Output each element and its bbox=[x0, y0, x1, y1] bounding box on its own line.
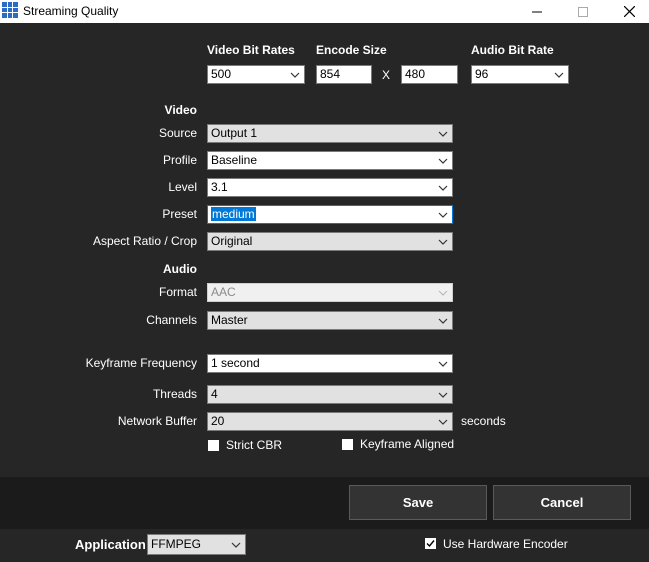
source-value: Output 1 bbox=[211, 126, 258, 140]
network-buffer-value: 20 bbox=[211, 414, 225, 428]
strict-cbr-label: Strict CBR bbox=[226, 438, 283, 452]
video-bit-rate-value: 500 bbox=[211, 67, 232, 81]
application-select[interactable]: FFMPEG bbox=[147, 534, 246, 555]
chevron-down-icon bbox=[438, 355, 448, 372]
channels-value: Master bbox=[211, 313, 248, 327]
preset-value: medium bbox=[211, 207, 256, 221]
window-title: Streaming Quality bbox=[23, 4, 119, 18]
save-button[interactable]: Save bbox=[349, 485, 487, 520]
keyframe-frequency-select[interactable]: 1 second bbox=[207, 354, 453, 373]
aspect-ratio-value: Original bbox=[211, 234, 253, 248]
chevron-down-icon bbox=[438, 312, 448, 329]
bottom-bar: Application FFMPEG Use Hardware Encoder bbox=[0, 529, 649, 562]
chevron-down-icon bbox=[438, 179, 448, 196]
aspect-ratio-select[interactable]: Original bbox=[207, 232, 453, 251]
dialog-footer: Save Cancel bbox=[0, 477, 649, 529]
encode-height-input[interactable]: 480 bbox=[401, 65, 458, 84]
source-label: Source bbox=[158, 126, 197, 140]
chevron-down-icon bbox=[438, 125, 448, 142]
network-buffer-label: Network Buffer bbox=[117, 414, 197, 428]
maximize-icon bbox=[578, 6, 588, 17]
seconds-unit-label: seconds bbox=[461, 414, 506, 428]
cancel-button[interactable]: Cancel bbox=[493, 485, 631, 520]
close-button[interactable] bbox=[606, 0, 649, 23]
checkmark-icon bbox=[426, 540, 435, 548]
close-icon bbox=[623, 6, 635, 17]
chevron-down-icon bbox=[438, 206, 448, 223]
title-bar: Streaming Quality bbox=[0, 0, 649, 23]
format-select[interactable]: AAC bbox=[207, 283, 453, 302]
threads-select[interactable]: 4 bbox=[207, 385, 453, 404]
strict-cbr-checkbox[interactable] bbox=[208, 440, 219, 451]
keyframe-frequency-label: Keyframe Frequency bbox=[85, 356, 197, 370]
chevron-down-icon bbox=[438, 284, 448, 301]
chevron-down-icon bbox=[438, 386, 448, 403]
threads-value: 4 bbox=[211, 387, 218, 401]
keyframe-aligned-checkbox[interactable] bbox=[342, 439, 353, 450]
level-select[interactable]: 3.1 bbox=[207, 178, 453, 197]
format-label: Format bbox=[158, 285, 197, 299]
chevron-down-icon bbox=[438, 152, 448, 169]
chevron-down-icon bbox=[554, 66, 564, 83]
application-value: FFMPEG bbox=[151, 537, 201, 551]
preset-label: Preset bbox=[162, 207, 197, 221]
application-label: Application bbox=[75, 537, 146, 552]
video-bit-rates-heading: Video Bit Rates bbox=[207, 43, 295, 57]
minimize-icon bbox=[532, 11, 542, 12]
channels-label: Channels bbox=[146, 313, 197, 327]
format-value: AAC bbox=[211, 285, 236, 299]
chevron-down-icon bbox=[438, 233, 448, 250]
profile-label: Profile bbox=[162, 153, 197, 167]
audio-bit-rate-value: 96 bbox=[475, 67, 489, 81]
chevron-down-icon bbox=[231, 535, 241, 554]
chevron-down-icon bbox=[290, 66, 300, 83]
audio-section-heading: Audio bbox=[163, 262, 197, 276]
threads-label: Threads bbox=[152, 387, 197, 401]
encode-width-input[interactable]: 854 bbox=[316, 65, 372, 84]
profile-value: Baseline bbox=[211, 153, 258, 167]
audio-bit-rate-heading: Audio Bit Rate bbox=[471, 43, 554, 57]
hardware-encoder-checkbox[interactable] bbox=[425, 538, 436, 549]
app-grid-icon bbox=[2, 2, 18, 18]
size-separator: X bbox=[382, 68, 391, 82]
source-select[interactable]: Output 1 bbox=[207, 124, 453, 143]
preset-select[interactable]: medium bbox=[207, 205, 453, 224]
audio-bit-rate-select[interactable]: 96 bbox=[471, 65, 569, 84]
video-bit-rate-select[interactable]: 500 bbox=[207, 65, 305, 84]
maximize-button[interactable] bbox=[560, 0, 606, 23]
video-section-heading: Video bbox=[164, 103, 197, 117]
hardware-encoder-label: Use Hardware Encoder bbox=[443, 537, 568, 551]
chevron-down-icon bbox=[438, 413, 448, 430]
network-buffer-select[interactable]: 20 bbox=[207, 412, 453, 431]
level-value: 3.1 bbox=[211, 180, 228, 194]
channels-select[interactable]: Master bbox=[207, 311, 453, 330]
keyframe-aligned-label: Keyframe Aligned bbox=[360, 437, 455, 451]
keyframe-frequency-value: 1 second bbox=[211, 356, 260, 370]
encode-size-heading: Encode Size bbox=[316, 43, 387, 57]
profile-select[interactable]: Baseline bbox=[207, 151, 453, 170]
level-label: Level bbox=[168, 180, 197, 194]
minimize-button[interactable] bbox=[514, 0, 560, 23]
aspect-ratio-label: Aspect Ratio / Crop bbox=[92, 234, 197, 248]
